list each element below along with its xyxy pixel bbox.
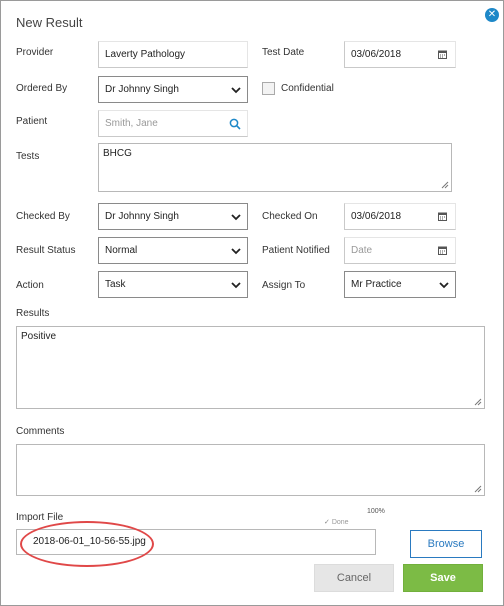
ordered-by-select[interactable]: Dr Johnny Singh [98, 76, 248, 103]
patient-search-input[interactable]: Smith, Jane [98, 110, 248, 137]
results-textarea[interactable]: Positive [16, 326, 485, 409]
results-value: Positive [21, 331, 57, 342]
ordered-by-label: Ordered By [16, 83, 68, 94]
tests-textarea[interactable]: BHCG [98, 143, 452, 192]
action-value: Task [105, 279, 126, 290]
patient-placeholder: Smith, Jane [105, 118, 158, 129]
dialog-title: New Result [16, 15, 83, 30]
close-icon[interactable]: ✕ [485, 8, 499, 22]
action-select[interactable]: Task [98, 271, 248, 298]
chevron-down-icon [231, 87, 241, 94]
chevron-down-icon [439, 282, 449, 289]
new-result-dialog: New Result ✕ Provider Laverty Pathology … [0, 0, 504, 606]
checked-on-label: Checked On [262, 211, 318, 222]
test-date-label: Test Date [262, 47, 305, 58]
provider-input[interactable]: Laverty Pathology [98, 41, 248, 68]
calendar-icon[interactable] [438, 212, 447, 221]
patient-notified-label: Patient Notified [262, 245, 330, 256]
results-label: Results [16, 308, 50, 319]
patient-label: Patient [16, 116, 48, 127]
upload-status-text: Done [331, 519, 349, 526]
result-status-value: Normal [105, 245, 138, 256]
result-status-label: Result Status [16, 245, 76, 256]
comments-textarea[interactable] [16, 444, 485, 496]
browse-button[interactable]: Browse [410, 530, 482, 558]
assign-to-value: Mr Practice [351, 279, 402, 290]
highlight-ellipse [20, 521, 154, 567]
assign-to-select[interactable]: Mr Practice [344, 271, 456, 298]
search-icon[interactable] [229, 118, 241, 130]
checked-by-value: Dr Johnny Singh [105, 211, 179, 222]
test-date-value: 03/06/2018 [351, 49, 402, 60]
chevron-down-icon [231, 214, 241, 221]
cancel-button[interactable]: Cancel [314, 564, 394, 592]
result-status-select[interactable]: Normal [98, 237, 248, 264]
tests-label: Tests [16, 151, 40, 162]
provider-label: Provider [16, 47, 54, 58]
upload-status: ✓ Done [324, 518, 349, 526]
patient-notified-input[interactable]: Date [344, 237, 456, 264]
action-label: Action [16, 280, 44, 291]
chevron-down-icon [231, 282, 241, 289]
ordered-by-value: Dr Johnny Singh [105, 84, 179, 95]
resize-handle-icon[interactable] [474, 398, 482, 406]
check-icon: ✓ [324, 519, 330, 526]
patient-notified-placeholder: Date [351, 245, 373, 256]
checked-by-select[interactable]: Dr Johnny Singh [98, 203, 248, 230]
checked-on-value: 03/06/2018 [351, 211, 402, 222]
test-date-input[interactable]: 03/06/2018 [344, 41, 456, 68]
tests-value: BHCG [103, 148, 132, 159]
confidential-checkbox[interactable] [262, 82, 275, 95]
calendar-icon[interactable] [438, 246, 447, 255]
assign-to-label: Assign To [262, 280, 306, 291]
confidential-label: Confidential [281, 83, 334, 94]
comments-label: Comments [16, 426, 65, 437]
import-file-label: Import File [16, 512, 64, 523]
provider-value: Laverty Pathology [105, 49, 186, 60]
save-button[interactable]: Save [403, 564, 483, 592]
upload-progress-percent: 100% [367, 508, 385, 515]
chevron-down-icon [231, 248, 241, 255]
resize-handle-icon[interactable] [474, 485, 482, 493]
checked-on-input[interactable]: 03/06/2018 [344, 203, 456, 230]
checked-by-label: Checked By [16, 211, 70, 222]
calendar-icon[interactable] [438, 50, 447, 59]
resize-handle-icon[interactable] [441, 181, 449, 189]
